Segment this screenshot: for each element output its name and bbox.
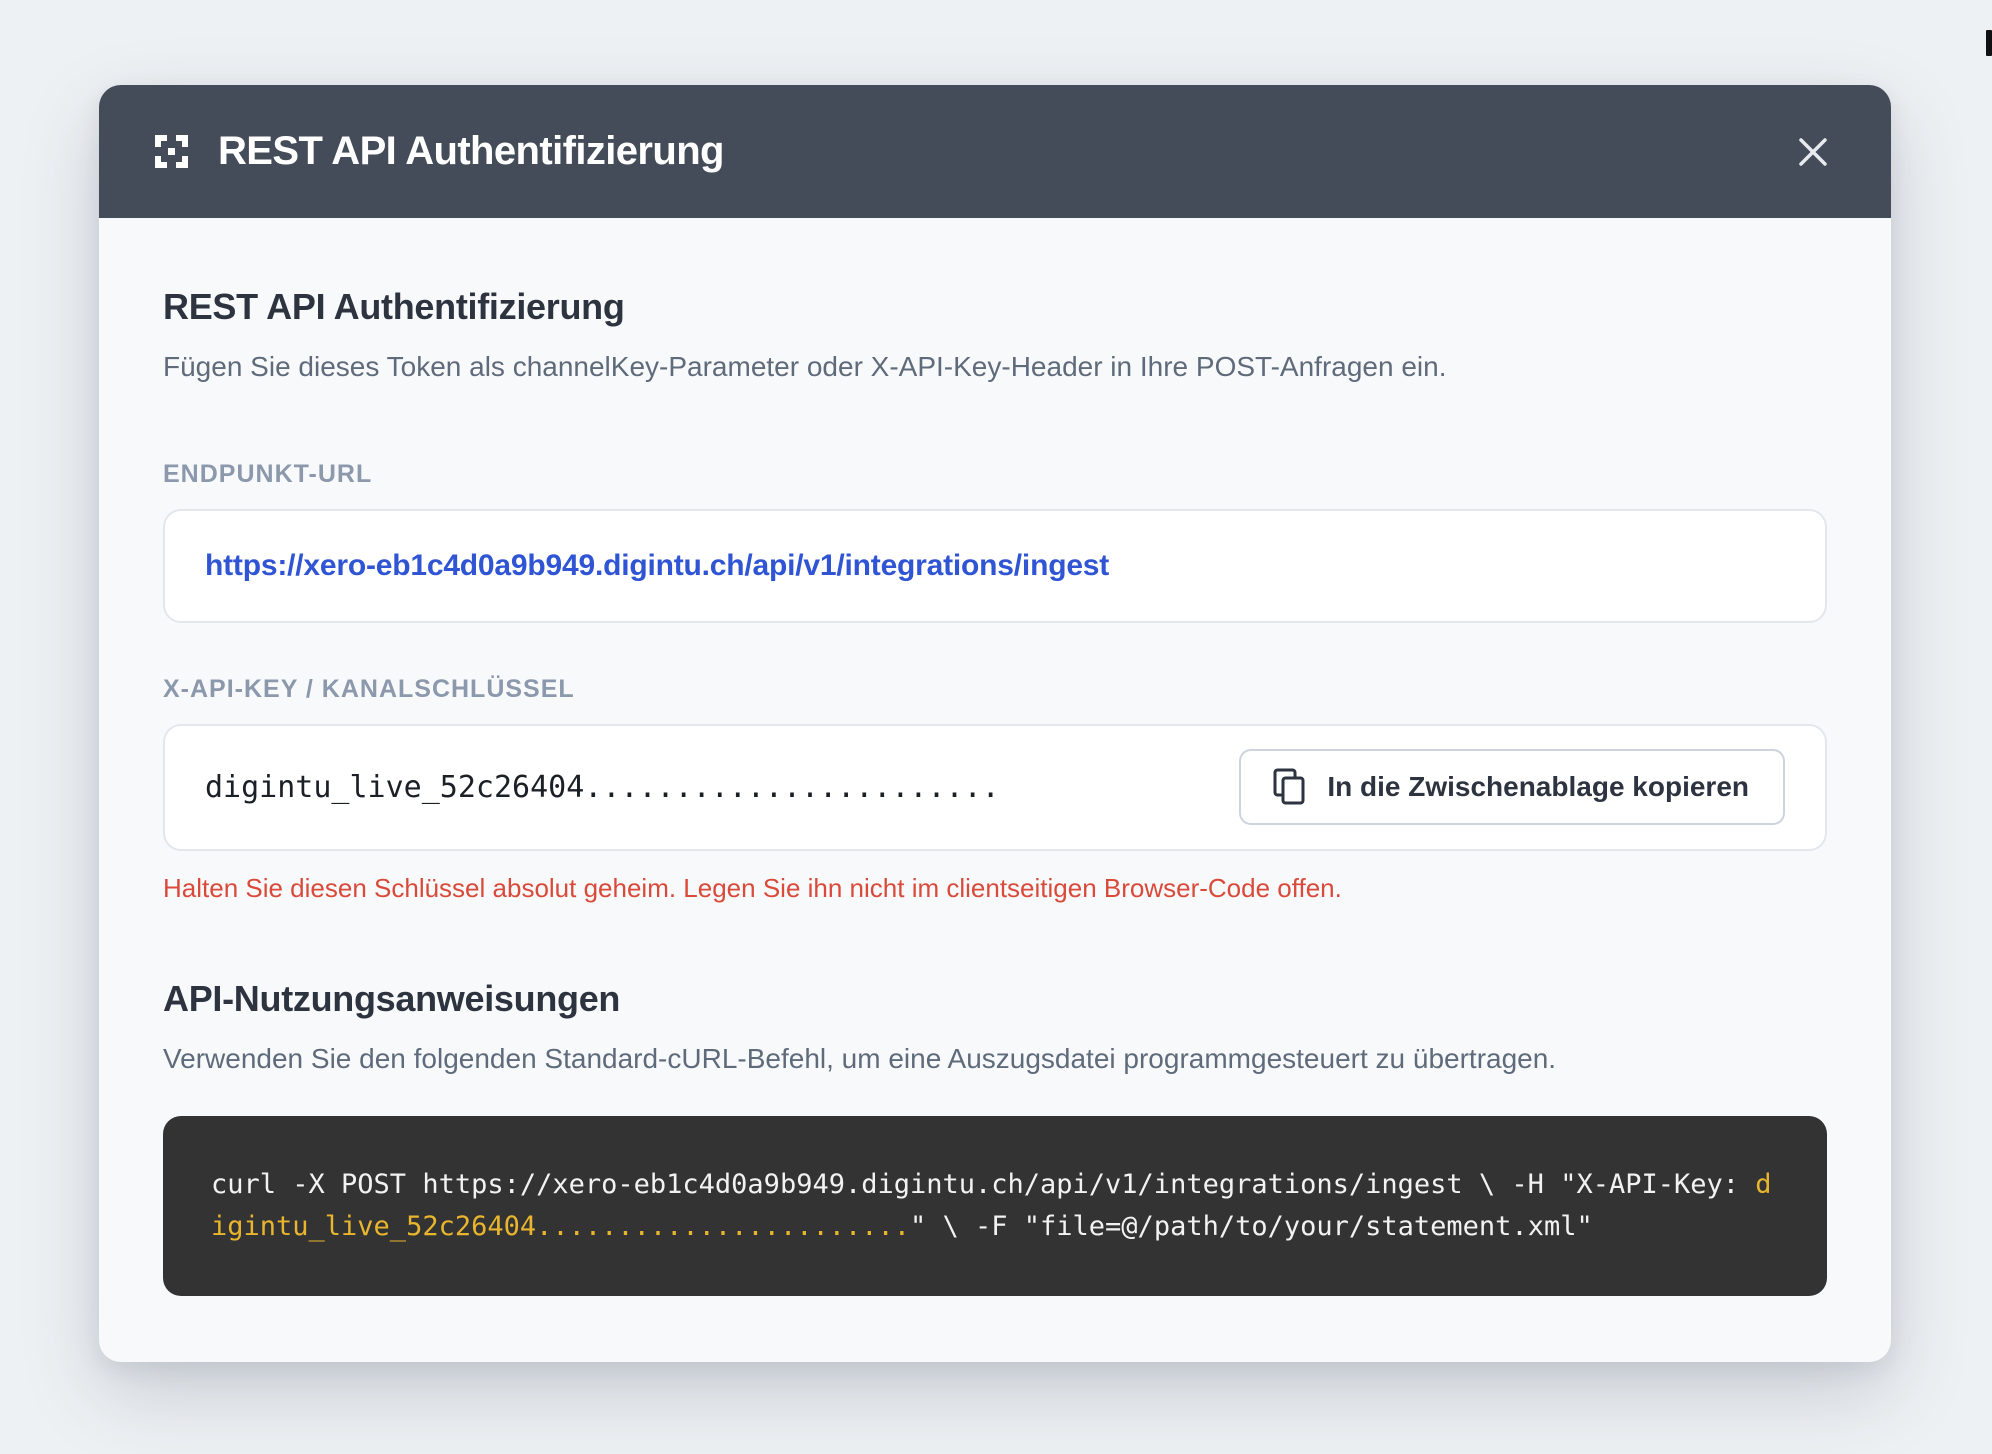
endpoint-url-field: https://xero-eb1c4d0a9b949.digintu.ch/ap…	[163, 508, 1827, 623]
copy-button-label: In die Zwischenablage kopieren	[1327, 771, 1749, 803]
modal-content: REST API Authentifizierung Fügen Sie die…	[99, 218, 1891, 1296]
scan-frame-icon	[155, 135, 188, 168]
copy-to-clipboard-button[interactable]: In die Zwischenablage kopieren	[1239, 749, 1785, 826]
modal-header: REST API Authentifizierung	[99, 85, 1891, 218]
api-key-value[interactable]: digintu_live_52c26404...................…	[205, 770, 1000, 805]
curl-code-block[interactable]: curl -X POST https://xero-eb1c4d0a9b949.…	[163, 1115, 1827, 1296]
endpoint-url-link[interactable]: https://xero-eb1c4d0a9b949.digintu.ch/ap…	[205, 549, 1109, 583]
code-prefix: curl -X POST https://xero-eb1c4d0a9b949.…	[211, 1168, 1756, 1200]
api-key-warning: Halten Sie diesen Schlüssel absolut gehe…	[163, 872, 1342, 903]
auth-section-description: Fügen Sie dieses Token als channelKey-Pa…	[163, 351, 1447, 382]
copy-icon	[1273, 768, 1307, 806]
rest-api-auth-modal: REST API Authentifizierung REST API Auth…	[99, 85, 1891, 1362]
mouse-cursor	[1986, 30, 1992, 56]
api-key-field: digintu_live_52c26404...................…	[163, 723, 1827, 851]
auth-section-title: REST API Authentifizierung	[163, 286, 625, 327]
code-suffix: " \ -F "file=@/path/to/your/statement.xm…	[909, 1210, 1593, 1242]
usage-section-title: API-Nutzungsanweisungen	[163, 977, 621, 1019]
usage-section-description: Verwenden Sie den folgenden Standard-cUR…	[163, 1042, 1557, 1074]
endpoint-label: ENDPUNKT-URL	[163, 459, 373, 488]
modal-title: REST API Authentifizierung	[218, 129, 724, 173]
api-key-label: X-API-KEY / KANALSCHLÜSSEL	[163, 674, 575, 703]
close-icon[interactable]	[1791, 130, 1835, 174]
